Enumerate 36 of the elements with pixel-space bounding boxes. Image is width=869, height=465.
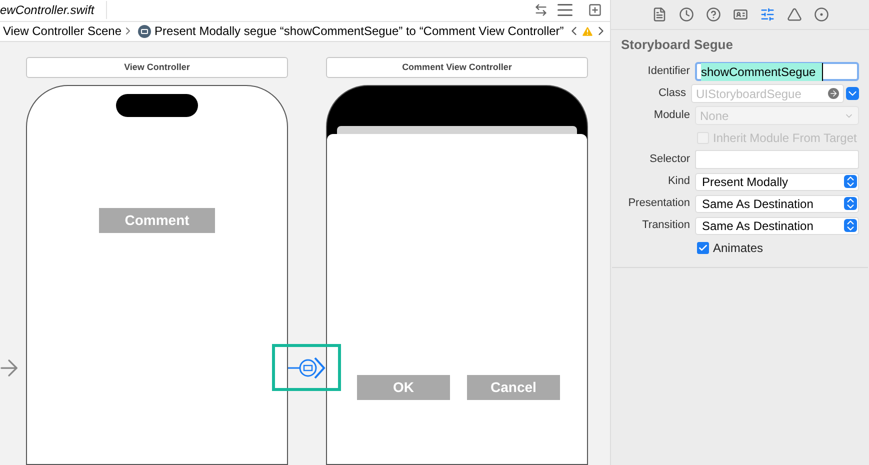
dropdown-chevron-icon[interactable] [846,87,859,100]
stepper-chevron-icon [844,219,857,232]
segue-icon [138,24,151,38]
breadcrumb-item[interactable]: Present Modally segue “showCommentSegue” to “Comment View Controller” [154,22,564,40]
inspector-tab-icon[interactable] [760,7,774,22]
breadcrumb-item[interactable]: View Controller Scene [3,22,122,40]
field-label: Identifier [648,65,690,78]
popup-button[interactable]: Present Modally [694,172,859,190]
segue-connector[interactable] [272,344,341,391]
field-label: Selector [650,153,690,166]
field-label: Kind [668,175,690,188]
section-title: Storyboard Segue [621,36,734,54]
scene-title: Comment View Controller [326,57,588,78]
stepper-chevron-icon [844,197,857,210]
inspector-tab-icon[interactable] [786,7,802,22]
text-field[interactable]: showCommentSegue [694,62,859,81]
add-editor-icon[interactable] [588,3,602,18]
inspector-tab-icon[interactable] [732,7,748,22]
segue-arrow-icon [288,356,326,380]
field-label: Transition [642,219,690,232]
stepper-chevron-icon [844,175,857,188]
popup-button[interactable]: Same As Destination [694,216,859,234]
field-label: Presentation [628,197,690,210]
checkbox-label: Animates [713,240,764,256]
field-label: Module [654,109,690,122]
inspector-tab-icon[interactable] [678,7,694,22]
file-tab[interactable]: ewController.swift [0,1,107,20]
inspector-tab-icon[interactable] [814,7,828,22]
text-field[interactable] [694,150,859,169]
inspector-tab-icon[interactable] [652,7,666,22]
inspector-tab-icon[interactable] [706,7,720,22]
popup-button[interactable]: Same As Destination [694,194,859,212]
swap-arrows-icon[interactable] [534,3,548,18]
field-label: Class [658,87,686,100]
checkbox[interactable] [697,242,709,254]
scene-title: View Controller [26,57,288,78]
